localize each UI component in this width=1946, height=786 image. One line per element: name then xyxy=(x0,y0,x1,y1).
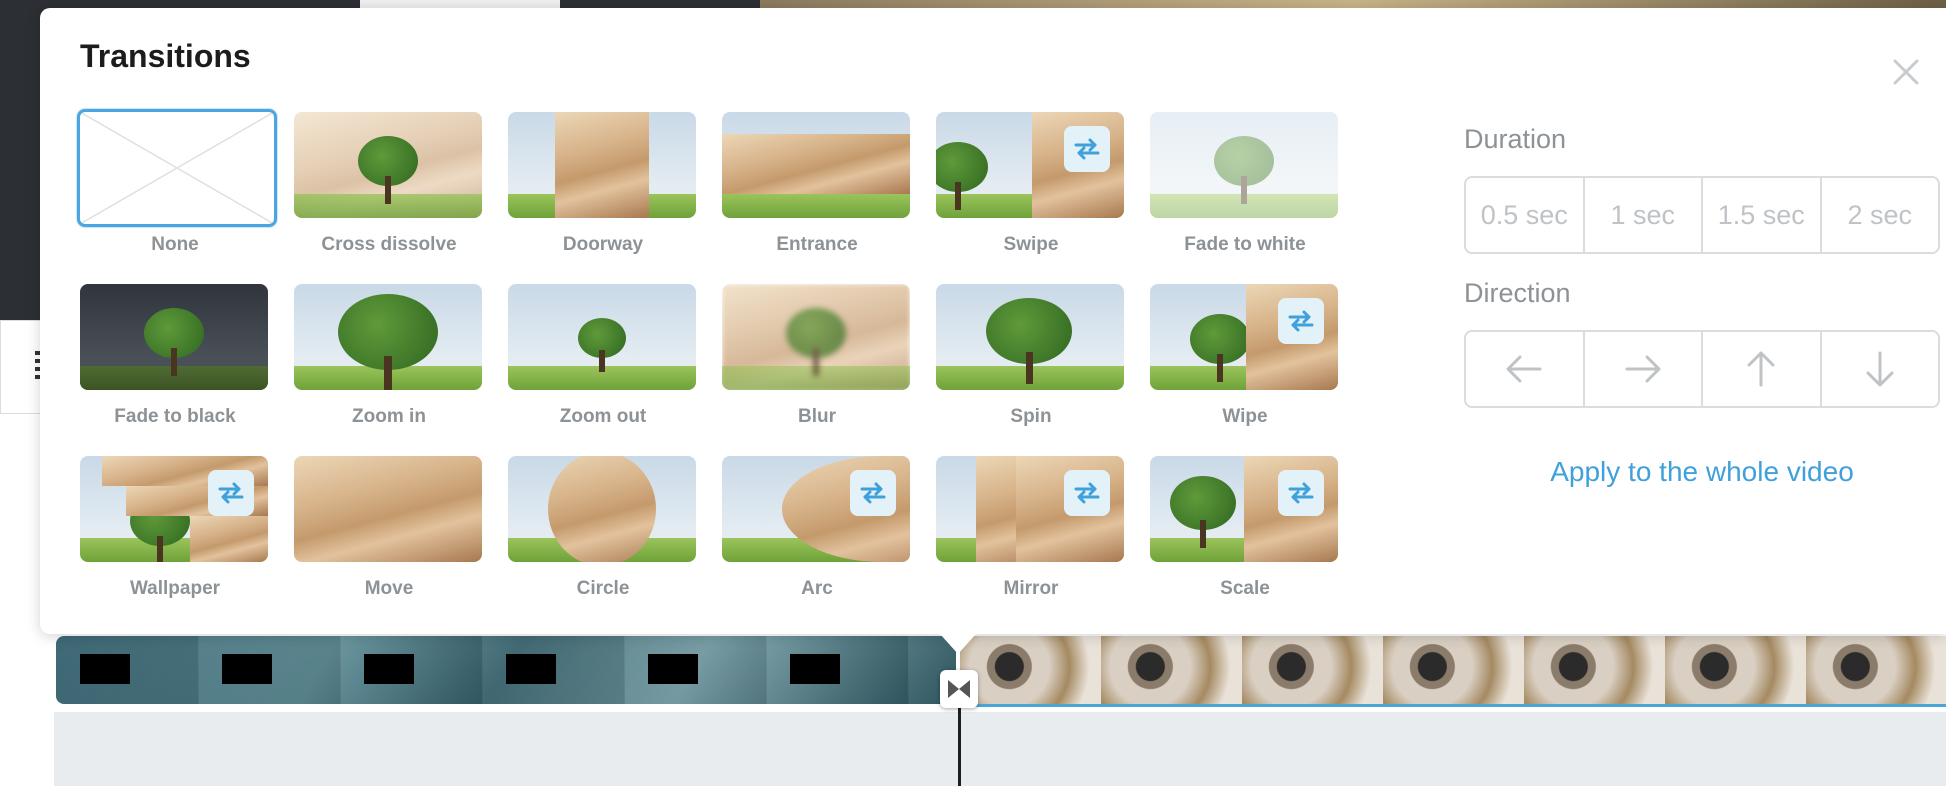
transition-label: Move xyxy=(364,578,414,599)
transition-thumbnail xyxy=(294,112,482,218)
transition-thumbnail xyxy=(936,284,1124,390)
transition-label: Blur xyxy=(798,406,836,427)
transition-label: Arc xyxy=(801,578,833,599)
transition-thumbnail xyxy=(294,284,482,390)
empty-placeholder-icon xyxy=(80,112,274,224)
close-icon xyxy=(1893,59,1919,85)
direction-selector xyxy=(1464,330,1940,408)
swap-direction-icon xyxy=(1064,470,1110,516)
transition-thumbnail xyxy=(722,456,910,562)
transition-label: Entrance xyxy=(776,234,858,255)
transition-thumbnail xyxy=(508,112,696,218)
transition-label: Scale xyxy=(1220,578,1270,599)
popup-pointer xyxy=(940,634,976,654)
direction-down-button[interactable] xyxy=(1822,332,1939,406)
transition-label: Fade to white xyxy=(1184,234,1306,255)
transition-thumbnail xyxy=(722,284,910,390)
swap-direction-icon xyxy=(1278,298,1324,344)
transition-thumbnail xyxy=(80,284,268,390)
close-button[interactable] xyxy=(1888,54,1924,90)
transition-thumbnail xyxy=(936,456,1124,562)
transition-label: None xyxy=(151,234,199,255)
transition-thumbnail xyxy=(1150,456,1338,562)
transition-thumbnail xyxy=(77,109,277,227)
transition-thumbnail xyxy=(722,112,910,218)
clip-2[interactable] xyxy=(960,636,1946,707)
arrow-right-icon xyxy=(1625,355,1661,383)
empty-track-area xyxy=(54,712,1946,786)
transition-label: Zoom out xyxy=(559,406,647,427)
arrow-left-icon xyxy=(1506,355,1542,383)
arrow-down-icon xyxy=(1866,351,1894,387)
direction-label: Direction xyxy=(1464,278,1571,308)
swap-direction-icon xyxy=(1064,126,1110,172)
swap-direction-icon xyxy=(850,470,896,516)
transition-label: Fade to black xyxy=(114,406,236,427)
direction-up-button[interactable] xyxy=(1703,332,1822,406)
video-timeline xyxy=(56,636,1946,707)
transition-thumbnail xyxy=(1150,112,1338,218)
direction-right-button[interactable] xyxy=(1585,332,1703,406)
transition-label: Swipe xyxy=(1003,234,1059,255)
transition-thumbnail xyxy=(508,456,696,562)
apply-to-whole-video-link[interactable]: Apply to the whole video xyxy=(1464,456,1940,488)
transition-thumbnail xyxy=(1150,284,1338,390)
transition-label: Mirror xyxy=(1003,578,1059,599)
side-panel-edge xyxy=(0,320,42,414)
arrow-up-icon xyxy=(1747,351,1775,387)
transition-label: Circle xyxy=(576,578,630,599)
transitions-popup: Transitions None Cross dissolve Doorway … xyxy=(40,8,1946,634)
transition-thumbnail xyxy=(508,284,696,390)
duration-label: Duration xyxy=(1464,124,1567,154)
duration-option-1[interactable]: 1 sec xyxy=(1585,178,1703,252)
transition-label: Doorway xyxy=(562,234,644,255)
transition-thumbnail xyxy=(80,456,268,562)
transition-thumbnail xyxy=(936,112,1124,218)
clip-1[interactable] xyxy=(56,636,956,704)
transition-thumbnail xyxy=(294,456,482,562)
bowtie-icon xyxy=(948,680,970,698)
popup-title: Transitions xyxy=(80,38,251,74)
transition-label: Zoom in xyxy=(352,406,426,427)
transition-label: Spin xyxy=(1010,406,1052,427)
transition-label: Cross dissolve xyxy=(321,234,457,255)
transition-marker-button[interactable] xyxy=(940,670,978,708)
duration-option-1-5[interactable]: 1.5 sec xyxy=(1703,178,1822,252)
duration-selector: 0.5 sec 1 sec 1.5 sec 2 sec xyxy=(1464,176,1940,254)
duration-option-2[interactable]: 2 sec xyxy=(1822,178,1939,252)
duration-option-0-5[interactable]: 0.5 sec xyxy=(1466,178,1585,252)
swap-direction-icon xyxy=(208,470,254,516)
direction-left-button[interactable] xyxy=(1466,332,1585,406)
transition-label: Wipe xyxy=(1222,406,1268,427)
transition-label: Wallpaper xyxy=(129,578,221,599)
swap-direction-icon xyxy=(1278,470,1324,516)
